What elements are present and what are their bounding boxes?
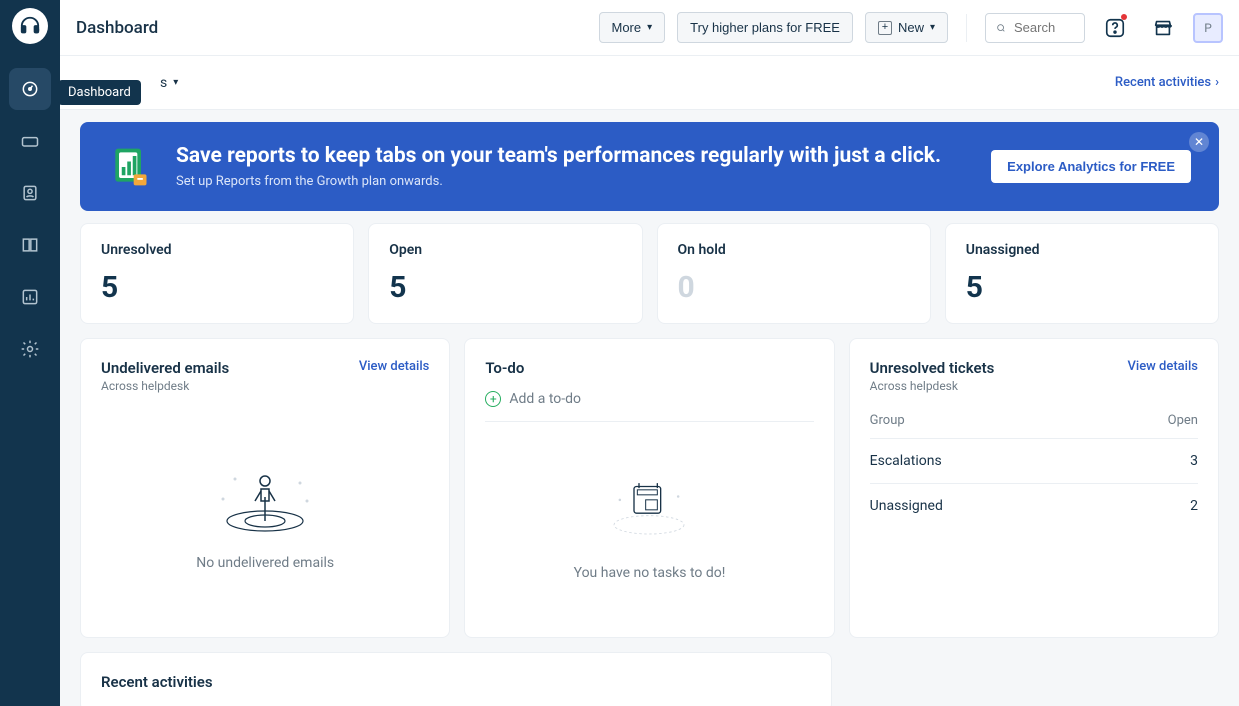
undelivered-emails-widget: Undelivered emails Across helpdesk View … [80, 338, 450, 638]
trial-label: Try higher plans for FREE [690, 20, 840, 35]
stat-value: 5 [389, 270, 621, 305]
page-title: Dashboard [76, 18, 158, 38]
ticket-group: Escalations [870, 453, 942, 469]
marketplace-button[interactable] [1145, 10, 1181, 46]
recent-activities-card: Recent activities [80, 652, 832, 706]
sidebar [0, 0, 60, 706]
trial-button[interactable]: Try higher plans for FREE [677, 12, 853, 43]
col-group: Group [870, 413, 905, 428]
search-input[interactable] [1014, 20, 1074, 35]
ticket-group: Unassigned [870, 498, 943, 514]
more-label: More [612, 20, 642, 35]
stat-value: 0 [678, 270, 910, 305]
stat-label: Unresolved [101, 242, 333, 258]
help-button[interactable] [1097, 10, 1133, 46]
banner-title: Save reports to keep tabs on your team's… [176, 144, 967, 168]
chart-file-icon [108, 145, 152, 189]
tickets-subtitle: Across helpdesk [870, 379, 995, 393]
search-icon [996, 20, 1006, 36]
ticket-open: 3 [1190, 453, 1198, 469]
nav-settings[interactable] [9, 328, 51, 370]
ticket-row[interactable]: Unassigned 2 [870, 484, 1198, 528]
nav-contacts[interactable] [9, 172, 51, 214]
topbar: Dashboard More ▾ Try higher plans for FR… [60, 0, 1239, 56]
nav-solutions[interactable] [9, 224, 51, 266]
nav-analytics[interactable] [9, 276, 51, 318]
unresolved-tickets-widget: Unresolved tickets Across helpdesk View … [849, 338, 1219, 638]
stat-card[interactable]: Open 5 [368, 223, 642, 324]
more-button[interactable]: More ▾ [599, 12, 666, 43]
ticket-open: 2 [1190, 498, 1198, 514]
col-open: Open [1168, 413, 1198, 428]
tickets-title: Unresolved tickets [870, 359, 995, 377]
stat-value: 5 [966, 270, 1198, 305]
chevron-down-icon: ▾ [930, 22, 935, 33]
ticket-row[interactable]: Escalations 3 [870, 439, 1198, 484]
undelivered-title: Undelivered emails [101, 359, 229, 377]
notification-dot [1121, 14, 1127, 20]
app-logo[interactable] [12, 8, 48, 44]
banner-close[interactable]: ✕ [1189, 132, 1209, 152]
empty-person-illustration [205, 449, 325, 539]
stat-value: 5 [101, 270, 333, 305]
help-icon [1104, 17, 1126, 39]
todo-empty: You have no tasks to do! [574, 565, 726, 581]
new-button[interactable]: + New ▾ [865, 12, 948, 43]
stats-row: Unresolved 5 Open 5 On hold 0 Unassigned 5 [80, 223, 1219, 324]
subbar: s ▾ Recent activities › [60, 56, 1239, 110]
undelivered-link[interactable]: View details [359, 359, 430, 374]
search-wrap[interactable] [985, 13, 1085, 43]
stat-label: Unassigned [966, 242, 1198, 258]
add-todo-label: Add a to-do [509, 391, 581, 407]
todo-widget: To-do + Add a to-do You have no tasks to… [464, 338, 834, 638]
content: Save reports to keep tabs on your team's… [60, 110, 1239, 706]
stat-card[interactable]: Unresolved 5 [80, 223, 354, 324]
new-label: New [898, 20, 924, 35]
banner-subtitle: Set up Reports from the Growth plan onwa… [176, 174, 967, 189]
stat-label: Open [389, 242, 621, 258]
close-icon: ✕ [1194, 135, 1204, 149]
stat-label: On hold [678, 242, 910, 258]
avatar[interactable]: P [1193, 13, 1223, 43]
todo-title: To-do [485, 359, 813, 377]
undelivered-subtitle: Across helpdesk [101, 379, 229, 393]
analytics-banner: Save reports to keep tabs on your team's… [80, 122, 1219, 211]
marketplace-icon [1152, 17, 1174, 39]
chevron-right-icon: › [1215, 75, 1219, 90]
nav-dashboard[interactable] [9, 68, 51, 110]
chevron-down-icon: ▾ [647, 22, 652, 33]
plus-icon: + [878, 21, 892, 35]
plus-circle-icon: + [485, 391, 501, 407]
recent-title: Recent activities [101, 673, 811, 691]
divider [966, 14, 967, 42]
nav-tickets[interactable] [9, 120, 51, 162]
filter-label: s [160, 75, 167, 91]
add-todo[interactable]: + Add a to-do [485, 391, 813, 422]
recent-link-label: Recent activities [1115, 75, 1211, 90]
tickets-link[interactable]: View details [1128, 359, 1199, 374]
recent-activities-link[interactable]: Recent activities › [1115, 75, 1219, 90]
stat-card[interactable]: Unassigned 5 [945, 223, 1219, 324]
empty-calendar-illustration [589, 459, 709, 549]
undelivered-empty: No undelivered emails [196, 555, 334, 571]
nav-tooltip: Dashboard [58, 80, 141, 105]
stat-card[interactable]: On hold 0 [657, 223, 931, 324]
banner-cta[interactable]: Explore Analytics for FREE [991, 150, 1191, 183]
chevron-down-icon: ▾ [173, 77, 178, 88]
